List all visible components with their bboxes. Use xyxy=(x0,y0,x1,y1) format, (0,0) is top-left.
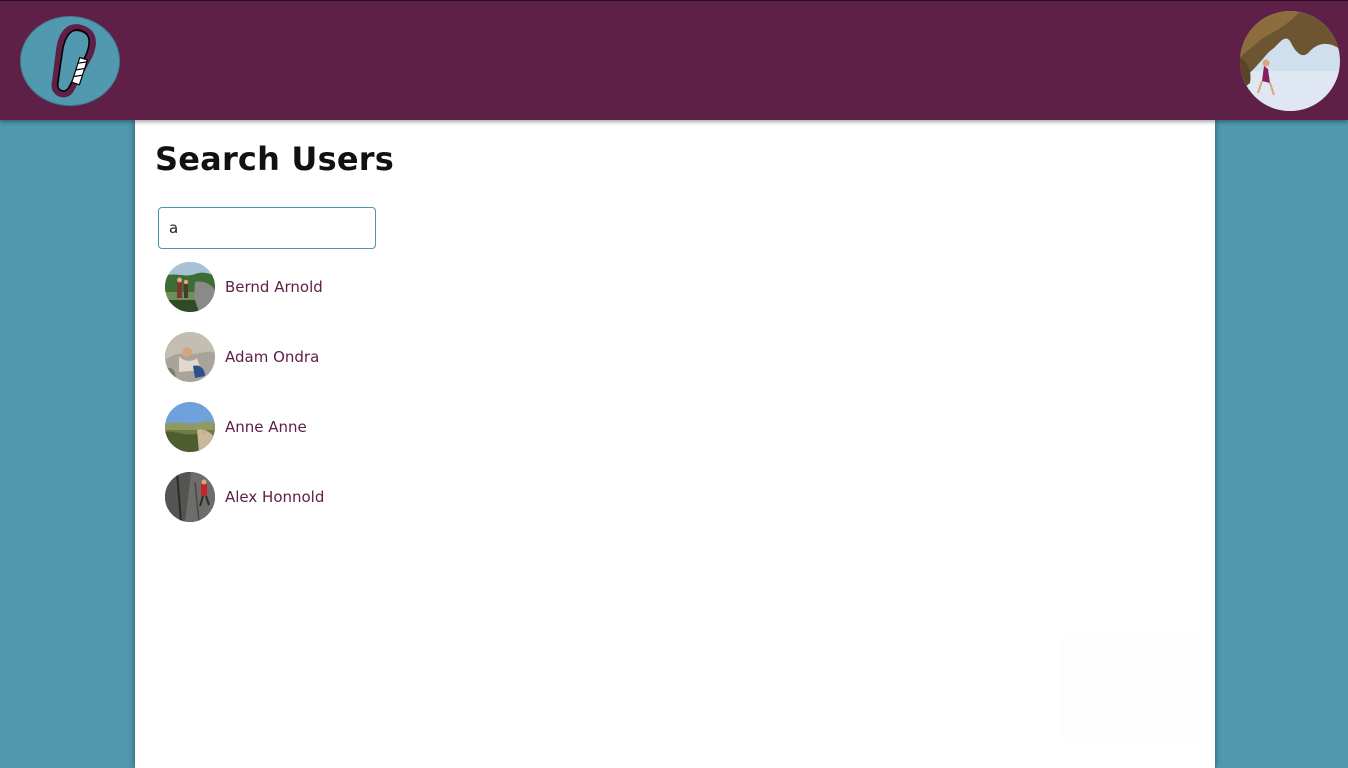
profile-avatar[interactable] xyxy=(1240,11,1340,111)
search-results: Bernd Arnold Adam Ondra Anne Anne Alex H… xyxy=(165,262,324,542)
user-avatar[interactable] xyxy=(165,472,215,522)
page-title: Search Users xyxy=(155,140,394,178)
faded-overlay-region xyxy=(1060,638,1200,738)
rock-wall-climber-photo xyxy=(165,472,215,522)
user-name-link[interactable]: Alex Honnold xyxy=(225,488,324,506)
main-panel: Search Users Bernd Arnold xyxy=(135,120,1215,768)
forest-climbers-photo xyxy=(165,262,215,312)
top-bar xyxy=(0,0,1348,120)
user-name-link[interactable]: Bernd Arnold xyxy=(225,278,323,296)
user-result-item[interactable]: Adam Ondra xyxy=(165,332,324,382)
user-avatar[interactable] xyxy=(165,332,215,382)
user-result-item[interactable]: Bernd Arnold xyxy=(165,262,324,312)
carabiner-icon xyxy=(51,24,96,98)
user-name-link[interactable]: Adam Ondra xyxy=(225,348,319,366)
search-input[interactable] xyxy=(158,207,376,249)
valley-landscape-photo xyxy=(165,402,215,452)
user-name-link[interactable]: Anne Anne xyxy=(225,418,307,436)
user-result-item[interactable]: Anne Anne xyxy=(165,402,324,452)
climber-photo-avatar xyxy=(1240,11,1340,111)
app-logo[interactable] xyxy=(20,16,120,106)
user-avatar[interactable] xyxy=(165,402,215,452)
boulder-climber-photo xyxy=(165,332,215,382)
user-result-item[interactable]: Alex Honnold xyxy=(165,472,324,522)
user-avatar[interactable] xyxy=(165,262,215,312)
